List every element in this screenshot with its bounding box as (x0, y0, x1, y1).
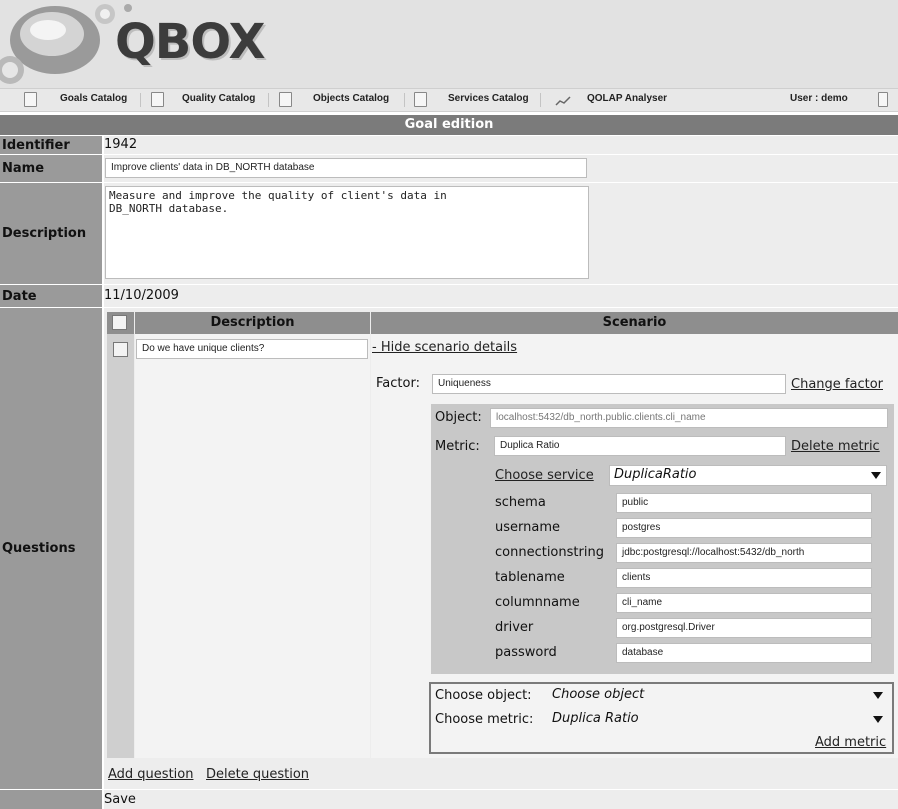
param-name: columnname (495, 595, 580, 610)
questions-table-checkcol (107, 312, 134, 758)
choose-object-select[interactable]: Choose object (548, 686, 888, 706)
menu-quality-catalog[interactable]: Quality Catalog (182, 93, 255, 104)
param-input[interactable]: public (616, 493, 872, 513)
grid-icon (279, 92, 292, 107)
factor-label: Factor: (376, 376, 420, 391)
name-cell: Improve clients' data in DB_NORTH databa… (104, 155, 898, 182)
save-button[interactable]: Save (104, 792, 136, 807)
date-cell: 11/10/2009 (104, 285, 898, 307)
save-row-label (0, 790, 102, 809)
header-banner: QBOX (0, 0, 898, 88)
param-name: password (495, 645, 557, 660)
param-name: username (495, 520, 560, 535)
identifier-label: Identifier (0, 136, 102, 154)
param-input[interactable]: org.postgresql.Driver (616, 618, 872, 638)
factor-input[interactable]: Uniqueness (432, 374, 786, 394)
choose-object-label: Choose object: (435, 688, 532, 703)
object-label: Object: (435, 410, 482, 425)
service-select-value: DuplicaRatio (614, 467, 697, 482)
param-input[interactable]: database (616, 643, 872, 663)
param-input[interactable]: clients (616, 568, 872, 588)
description-textarea[interactable]: Measure and improve the quality of clien… (105, 186, 589, 279)
document-icon (24, 92, 37, 107)
name-label: Name (0, 155, 102, 182)
param-input[interactable]: jdbc:postgresql://localhost:5432/db_nort… (616, 543, 872, 563)
app-logo: QBOX (115, 14, 265, 70)
choose-metric-value: Duplica Ratio (552, 711, 639, 726)
param-name: schema (495, 495, 546, 510)
add-question-link[interactable]: Add question (108, 767, 193, 782)
description-label: Description (0, 183, 102, 284)
question-checkbox[interactable] (113, 342, 128, 357)
select-all-header (107, 312, 134, 334)
delete-question-link[interactable]: Delete question (206, 767, 309, 782)
menu-qolap-analyser[interactable]: QOLAP Analyser (587, 93, 667, 104)
name-input[interactable]: Improve clients' data in DB_NORTH databa… (105, 158, 587, 178)
date-value: 11/10/2009 (104, 288, 179, 303)
save-row-cell: Save (104, 790, 898, 809)
copy-icon (151, 92, 164, 107)
param-name: driver (495, 620, 534, 635)
toolbar: Goals Catalog Quality Catalog Objects Ca… (0, 88, 898, 112)
param-name: tablename (495, 570, 565, 585)
services-icon (414, 92, 427, 107)
param-input[interactable]: postgres (616, 518, 872, 538)
date-label: Date (0, 285, 102, 307)
service-select[interactable]: DuplicaRatio (609, 465, 887, 486)
add-metric-link[interactable]: Add metric (815, 735, 886, 750)
column-scenario-header: Scenario (371, 312, 898, 334)
column-description-header: Description (135, 312, 370, 334)
hide-scenario-details-link[interactable]: - Hide scenario details (372, 340, 517, 355)
menu-objects-catalog[interactable]: Objects Catalog (313, 93, 389, 104)
change-factor-link[interactable]: Change factor (791, 377, 883, 392)
metric-label: Metric: (435, 439, 480, 454)
identifier-value: 1942 (104, 137, 138, 152)
question-description-input[interactable]: Do we have unique clients? (136, 339, 368, 359)
toolbar-divider (540, 93, 541, 107)
toolbar-divider (140, 93, 141, 107)
choose-object-value: Choose object (552, 687, 645, 702)
identifier-cell: 1942 (104, 136, 898, 154)
chevron-down-icon (871, 472, 881, 479)
logout-icon[interactable] (878, 92, 888, 107)
page-title: Goal edition (0, 115, 898, 135)
description-cell: Measure and improve the quality of clien… (104, 183, 898, 284)
param-input[interactable]: cli_name (616, 593, 872, 613)
chart-icon (555, 96, 571, 106)
menu-goals-catalog[interactable]: Goals Catalog (60, 93, 127, 104)
object-input: localhost:5432/db_north.public.clients.c… (490, 408, 888, 428)
questions-table-desccol (135, 312, 370, 758)
choose-metric-label: Choose metric: (435, 712, 534, 727)
choose-service-link[interactable]: Choose service (495, 468, 594, 483)
chevron-down-icon (873, 716, 883, 723)
choose-metric-select[interactable]: Duplica Ratio (548, 710, 888, 730)
toolbar-divider (404, 93, 405, 107)
toolbar-divider (268, 93, 269, 107)
metric-input[interactable]: Duplica Ratio (494, 436, 786, 456)
questions-label: Questions (0, 308, 102, 789)
menu-services-catalog[interactable]: Services Catalog (448, 93, 529, 104)
param-name: connectionstring (495, 545, 604, 560)
delete-metric-link[interactable]: Delete metric (791, 439, 880, 454)
select-all-checkbox[interactable] (112, 315, 127, 330)
chevron-down-icon (873, 692, 883, 699)
user-label: User : demo (790, 93, 848, 104)
